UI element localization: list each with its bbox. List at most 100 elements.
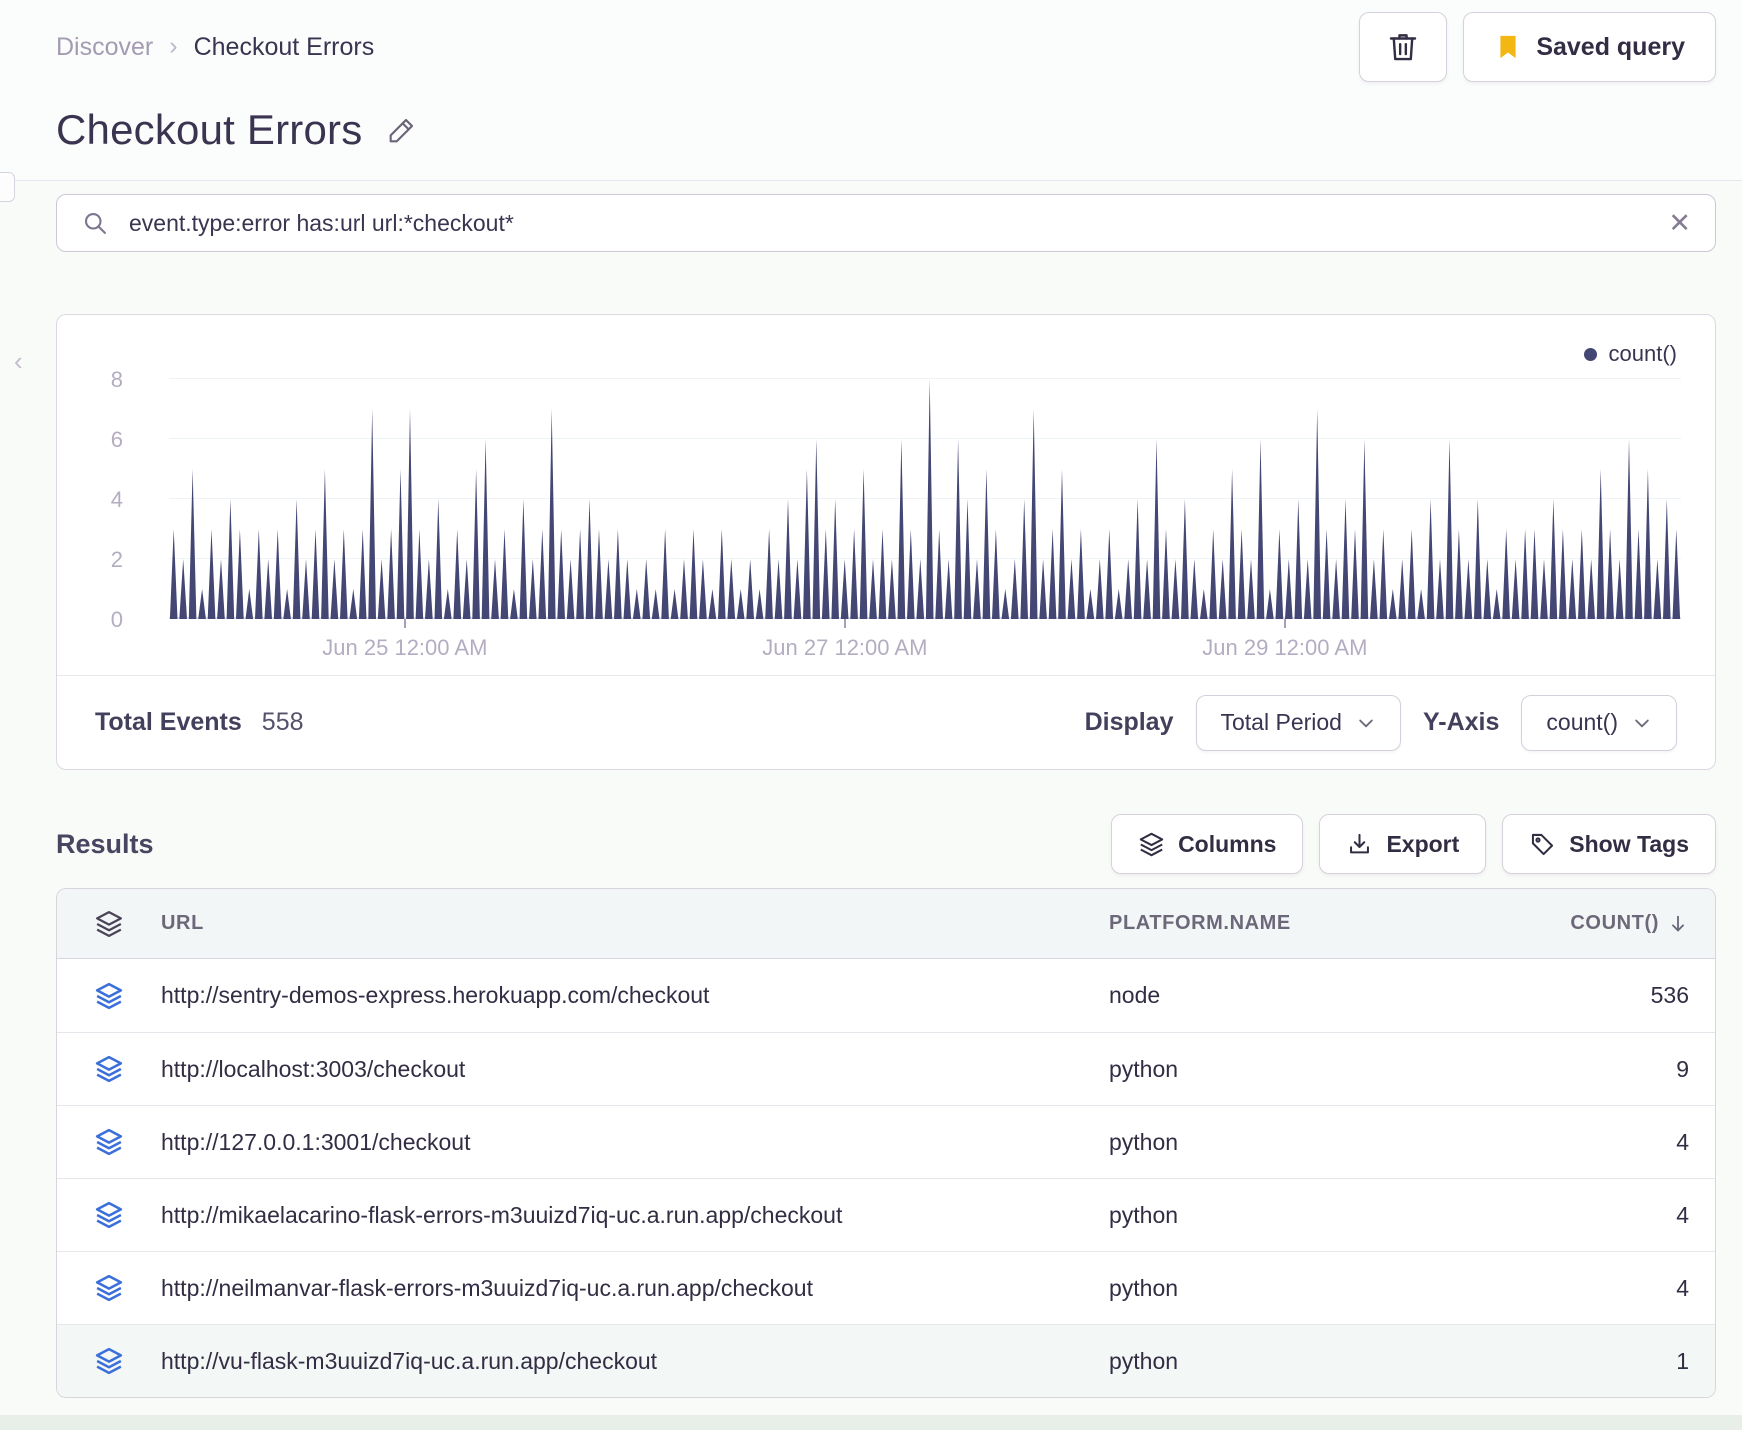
row-count: 9 <box>1676 1055 1689 1082</box>
x-axis-tick <box>1283 619 1286 628</box>
tag-icon <box>1529 831 1556 858</box>
export-button-label: Export <box>1386 830 1460 857</box>
x-axis-tick-label: Jun 29 12:00 AM <box>1202 635 1368 660</box>
row-layers-icon <box>57 981 161 1011</box>
y-axis-tick-label: 8 <box>110 367 123 392</box>
main-content: ✕ count() 0 2 4 6 8 Jun 25 12:00 AM Jun 27 12… <box>0 181 1742 1398</box>
search-input[interactable] <box>127 208 1651 238</box>
row-layers-icon <box>57 1200 161 1230</box>
row-platform: python <box>1109 1201 1179 1228</box>
page-bottom-strip <box>0 1415 1742 1430</box>
row-count: 536 <box>1650 982 1689 1008</box>
chart-panel: count() 0 2 4 6 8 Jun 25 12:00 AM Jun 27 12:0… <box>56 314 1716 770</box>
results-title: Results <box>56 828 154 859</box>
page-header: Discover › Checkout Errors Saved query C… <box>0 0 1742 181</box>
x-axis-tick-label: Jun 27 12:00 AM <box>762 635 928 660</box>
table-row[interactable]: http://localhost:3003/checkout python 9 <box>57 1032 1715 1105</box>
saved-query-button[interactable]: Saved query <box>1463 12 1716 82</box>
show-tags-button[interactable]: Show Tags <box>1502 814 1716 874</box>
legend-dot-icon <box>1583 347 1597 361</box>
table-row[interactable]: http://sentry-demos-express.herokuapp.co… <box>57 959 1715 1032</box>
row-platform: python <box>1109 1347 1179 1374</box>
row-count: 4 <box>1676 1128 1689 1155</box>
x-axis-tick-label: Jun 25 12:00 AM <box>322 635 488 660</box>
clear-search-icon[interactable]: ✕ <box>1668 209 1691 237</box>
row-count: 1 <box>1676 1347 1689 1374</box>
y-axis-label: Y-Axis <box>1422 708 1500 736</box>
breadcrumb-link-discover[interactable]: Discover <box>56 33 153 62</box>
show-tags-button-label: Show Tags <box>1569 830 1689 857</box>
trash-icon <box>1386 30 1420 64</box>
row-platform: python <box>1109 1274 1179 1301</box>
panel-collapse-chevron-icon[interactable]: ‹ <box>14 346 23 377</box>
row-url[interactable]: http://127.0.0.1:3001/checkout <box>161 1129 1109 1156</box>
export-button[interactable]: Export <box>1319 814 1487 874</box>
y-axis-dropdown[interactable]: count() <box>1521 694 1677 751</box>
chevron-down-icon <box>1632 713 1652 733</box>
y-axis-tick-label: 2 <box>110 547 123 572</box>
results-table: URL PLATFORM.NAME COUNT() http://sentry-… <box>56 888 1716 1398</box>
pencil-icon <box>386 114 418 146</box>
chart-controls: Display Total Period Y-Axis count() <box>1084 694 1677 751</box>
table-body: http://sentry-demos-express.herokuapp.co… <box>57 959 1715 1397</box>
display-dropdown-value: Total Period <box>1220 709 1342 735</box>
legend-label: count() <box>1608 341 1677 366</box>
header-cell-count[interactable]: COUNT() <box>1509 912 1689 935</box>
row-url[interactable]: http://neilmanvar-flask-errors-m3uuizd7i… <box>161 1275 1109 1302</box>
search-icon <box>81 209 109 237</box>
row-count: 4 <box>1676 1274 1689 1301</box>
chart-x-axis: Jun 25 12:00 AM Jun 27 12:00 AM Jun 29 12:… <box>169 619 1681 675</box>
breadcrumb: Discover › Checkout Errors <box>56 31 375 62</box>
columns-button[interactable]: Columns <box>1111 814 1304 874</box>
chart-legend: count() <box>1583 341 1677 367</box>
header-cell-platform[interactable]: PLATFORM.NAME <box>1109 912 1509 935</box>
header-cell-url[interactable]: URL <box>161 912 1109 935</box>
x-axis-tick <box>403 619 406 628</box>
bars-svg <box>169 379 1681 619</box>
y-axis-tick-label: 0 <box>110 607 123 632</box>
layers-icon <box>1138 831 1165 858</box>
page-title: Checkout Errors <box>56 106 363 153</box>
y-axis-tick-label: 6 <box>110 427 123 452</box>
display-dropdown[interactable]: Total Period <box>1195 694 1401 751</box>
total-events-label: Total Events <box>95 708 242 736</box>
row-layers-icon <box>57 1127 161 1157</box>
y-axis-dropdown-value: count() <box>1546 709 1618 735</box>
chart-plot: 0 2 4 6 8 <box>111 367 1681 632</box>
display-label: Display <box>1084 708 1174 736</box>
row-url[interactable]: http://mikaelacarino-flask-errors-m3uuiz… <box>161 1202 1109 1229</box>
row-layers-icon <box>57 1346 161 1376</box>
breadcrumb-separator-icon: › <box>169 31 178 60</box>
header-count-label: COUNT() <box>1570 912 1659 934</box>
table-row[interactable]: http://neilmanvar-flask-errors-m3uuizd7i… <box>57 1251 1715 1324</box>
row-platform: python <box>1109 1128 1179 1155</box>
bookmark-icon <box>1494 33 1522 61</box>
columns-button-label: Columns <box>1178 830 1277 857</box>
search-bar: ✕ <box>56 194 1716 252</box>
results-header: Results Columns Export Show Tags <box>56 814 1716 874</box>
table-row[interactable]: http://127.0.0.1:3001/checkout python 4 <box>57 1105 1715 1178</box>
row-platform: node <box>1109 982 1161 1008</box>
table-row[interactable]: http://vu-flask-m3uuizd7iq-uc.a.run.app/… <box>57 1324 1715 1397</box>
delete-query-button[interactable] <box>1359 12 1448 82</box>
chevron-down-icon <box>1356 713 1376 733</box>
row-url[interactable]: http://sentry-demos-express.herokuapp.co… <box>161 982 1109 1009</box>
chart-footer: Total Events 558 Display Total Period Y-… <box>57 675 1715 769</box>
header-layers-icon[interactable] <box>57 909 161 939</box>
row-layers-icon <box>57 1273 161 1303</box>
sort-desc-arrow-icon <box>1667 913 1689 935</box>
sidebar-collapse-handle[interactable] <box>0 172 15 202</box>
x-axis-tick <box>843 619 846 628</box>
breadcrumb-current: Checkout Errors <box>193 32 375 61</box>
y-axis-tick-label: 4 <box>110 487 123 512</box>
row-url[interactable]: http://vu-flask-m3uuizd7iq-uc.a.run.app/… <box>161 1348 1109 1375</box>
results-buttons: Columns Export Show Tags <box>1111 814 1716 874</box>
header-actions: Saved query <box>1359 12 1716 82</box>
table-row[interactable]: http://mikaelacarino-flask-errors-m3uuiz… <box>57 1178 1715 1251</box>
row-url[interactable]: http://localhost:3003/checkout <box>161 1056 1109 1083</box>
edit-title-button[interactable] <box>382 110 422 150</box>
table-header-row: URL PLATFORM.NAME COUNT() <box>57 889 1715 959</box>
total-events-value: 558 <box>261 708 304 736</box>
download-icon <box>1346 831 1373 858</box>
total-events: Total Events 558 <box>95 708 304 737</box>
